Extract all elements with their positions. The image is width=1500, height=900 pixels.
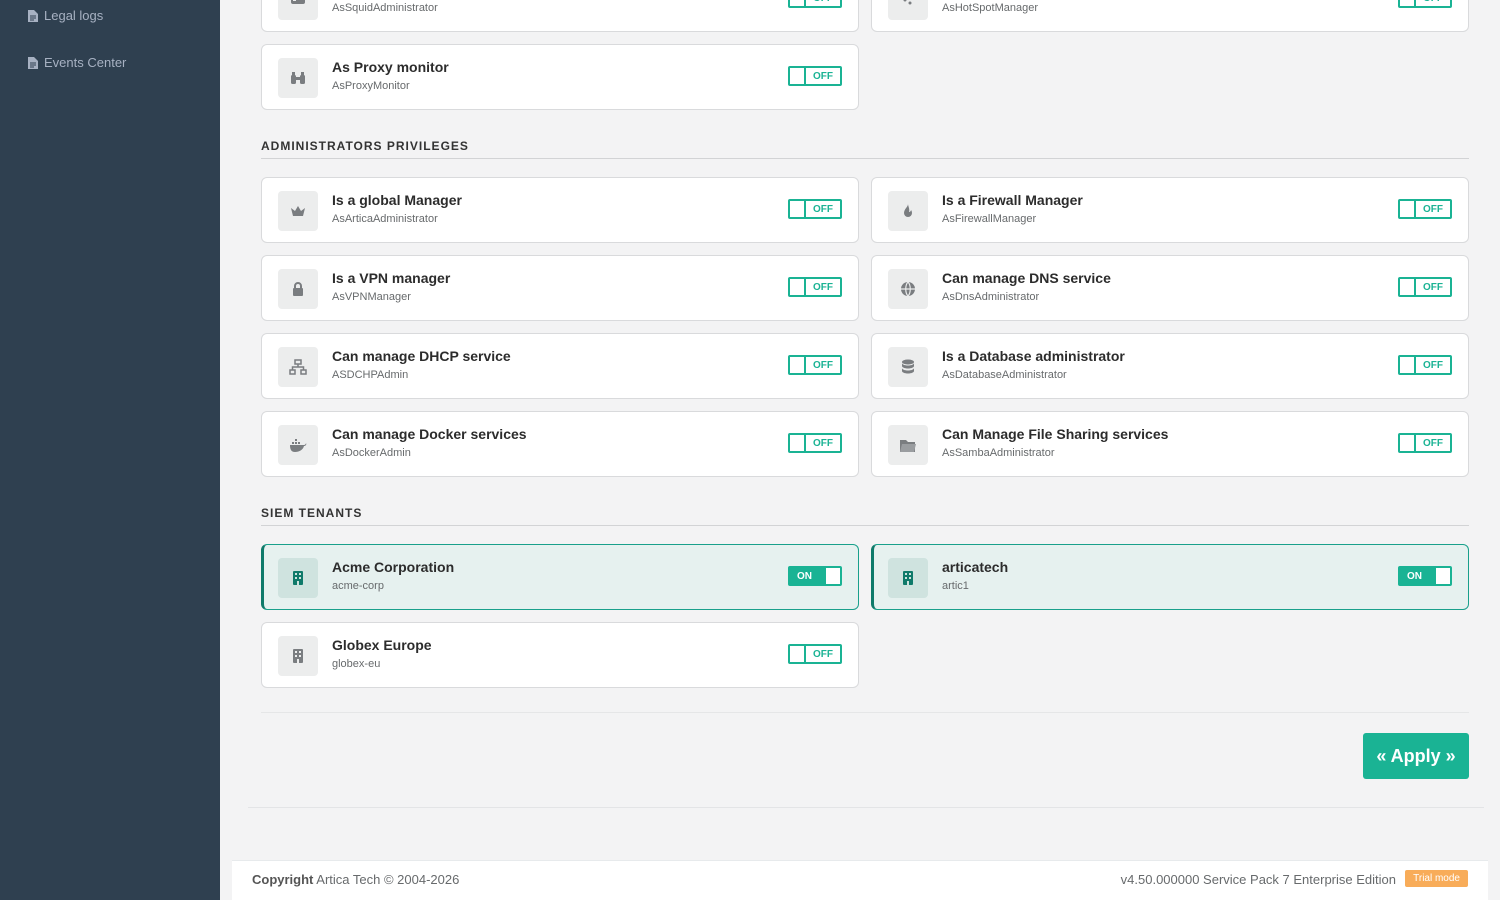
privilege-card-hotspot: AsHotSpotManager OFF (871, 0, 1469, 32)
sidebar-item-events-center[interactable]: Events Center (28, 55, 126, 70)
privilege-card-global-manager: Is a global Manager AsArticaAdministrato… (261, 177, 859, 243)
globe-icon (888, 269, 928, 309)
building-icon (278, 558, 318, 598)
server-icon (278, 0, 318, 20)
privilege-card-squid: AsSquidAdministrator OFF (261, 0, 859, 32)
card-subtitle: AsFirewallManager (942, 213, 1037, 225)
card-title: Is a global Manager (332, 192, 462, 208)
binoculars-icon (278, 58, 318, 98)
privilege-toggle[interactable]: OFF (1398, 277, 1452, 297)
sidebar-item-label: Events Center (44, 55, 127, 70)
divider (248, 807, 1484, 808)
card-title: Acme Corporation (332, 559, 455, 575)
card-title: Can manage DNS service (942, 270, 1111, 286)
card-title: Is a VPN manager (332, 270, 451, 286)
privilege-card-file-sharing: Can Manage File Sharing services AsSamba… (871, 411, 1469, 477)
tenant-card-acme: Acme Corporation acme-corp ON (261, 544, 859, 610)
card-title: Globex Europe (332, 637, 432, 653)
network-icon (278, 347, 318, 387)
wifi-icon (888, 0, 928, 20)
card-title: Can manage DHCP service (332, 348, 511, 364)
card-subtitle: AsSambaAdministrator (942, 447, 1055, 459)
card-subtitle: AsDockerAdmin (332, 447, 411, 459)
building-icon (888, 558, 928, 598)
privilege-toggle[interactable]: OFF (788, 199, 842, 219)
card-subtitle: AsProxyMonitor (332, 80, 410, 92)
privilege-toggle[interactable]: OFF (788, 66, 842, 86)
tenant-toggle[interactable]: ON (788, 566, 842, 586)
card-subtitle: AsVPNManager (332, 291, 411, 303)
tenant-toggle[interactable]: OFF (788, 644, 842, 664)
building-icon (278, 636, 318, 676)
apply-button[interactable]: « Apply » (1363, 733, 1469, 779)
section-admin-privileges: ADMINISTRATORS PRIVILEGES (261, 139, 1469, 159)
privilege-toggle[interactable]: OFF (1398, 0, 1452, 8)
card-title: As Proxy monitor (332, 59, 449, 75)
sidebar-item-label: Legal logs (44, 8, 104, 23)
privilege-toggle[interactable]: OFF (788, 277, 842, 297)
sidebar-item-legal-logs[interactable]: Legal logs (28, 8, 103, 23)
file-icon (28, 9, 38, 22)
privilege-toggle[interactable]: OFF (788, 433, 842, 453)
footer: Copyright Artica Tech © 2004-2026 v4.50.… (232, 860, 1488, 900)
card-title: articatech (942, 559, 1009, 575)
card-subtitle: AsDatabaseAdministrator (942, 369, 1067, 381)
tenant-toggle[interactable]: ON (1398, 566, 1452, 586)
privilege-card-database: Is a Database administrator AsDatabaseAd… (871, 333, 1469, 399)
card-subtitle: AsArticaAdministrator (332, 213, 438, 225)
file-icon (28, 56, 38, 69)
database-icon (888, 347, 928, 387)
card-subtitle: acme-corp (332, 580, 384, 592)
privilege-toggle[interactable]: OFF (788, 355, 842, 375)
folder-icon (888, 425, 928, 465)
privilege-card-dns: Can manage DNS service AsDnsAdministrato… (871, 255, 1469, 321)
card-subtitle: ASDCHPAdmin (332, 369, 409, 381)
card-subtitle: AsDnsAdministrator (942, 291, 1040, 303)
tenant-card-globex: Globex Europe globex-eu OFF (261, 622, 859, 688)
card-subtitle: AsSquidAdministrator (332, 2, 438, 14)
docker-icon (278, 425, 318, 465)
card-title: Is a Database administrator (942, 348, 1125, 364)
fire-icon (888, 191, 928, 231)
privilege-toggle[interactable]: OFF (788, 0, 842, 8)
privilege-card-docker: Can manage Docker services AsDockerAdmin… (261, 411, 859, 477)
card-subtitle: globex-eu (332, 658, 381, 670)
footer-version: v4.50.000000 Service Pack 7 Enterprise E… (1120, 872, 1396, 887)
card-title: Can manage Docker services (332, 426, 527, 442)
sidebar: Legal logs Events Center (0, 0, 220, 900)
privilege-toggle[interactable]: OFF (1398, 199, 1452, 219)
divider (261, 712, 1469, 713)
trial-mode-badge: Trial mode (1405, 870, 1468, 887)
crown-icon (278, 191, 318, 231)
section-siem-tenants: SIEM TENANTS (261, 506, 1469, 526)
tenant-card-articatech: articatech artic1 ON (871, 544, 1469, 610)
footer-copyright: Copyright Artica Tech © 2004-2026 (252, 872, 460, 887)
privilege-card-firewall-manager: Is a Firewall Manager AsFirewallManager … (871, 177, 1469, 243)
privilege-toggle[interactable]: OFF (1398, 433, 1452, 453)
card-title: Can Manage File Sharing services (942, 426, 1169, 442)
lock-icon (278, 269, 318, 309)
privilege-card-vpn-manager: Is a VPN manager AsVPNManager OFF (261, 255, 859, 321)
privilege-toggle[interactable]: OFF (1398, 355, 1452, 375)
privilege-card-dhcp: Can manage DHCP service ASDCHPAdmin OFF (261, 333, 859, 399)
card-title: Is a Firewall Manager (942, 192, 1083, 208)
main-content: AsSquidAdministrator OFF AsHotSpotManage… (220, 0, 1500, 900)
card-subtitle: artic1 (942, 580, 969, 592)
privilege-card-proxy-monitor: As Proxy monitor AsProxyMonitor OFF (261, 44, 859, 110)
card-subtitle: AsHotSpotManager (942, 2, 1038, 14)
